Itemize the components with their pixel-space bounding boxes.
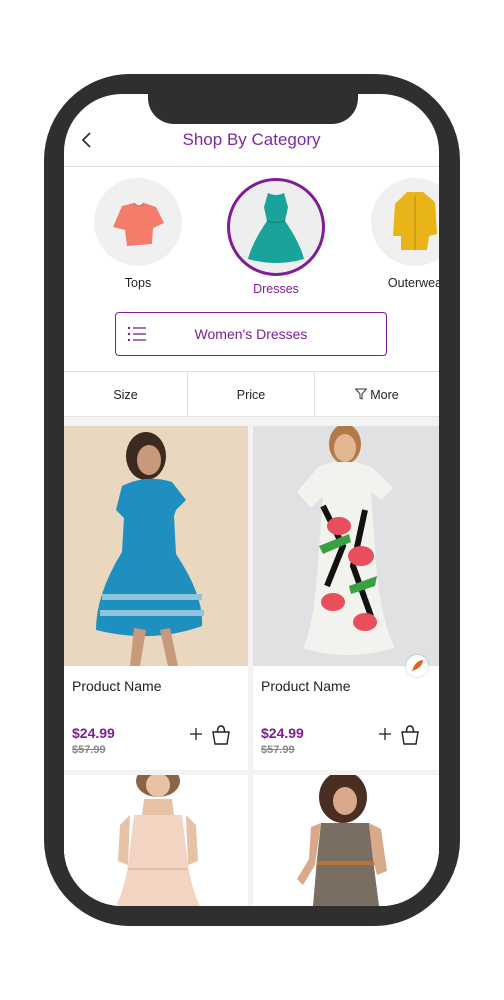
plus-icon[interactable] bbox=[378, 727, 392, 741]
price-filter[interactable]: Price bbox=[188, 372, 315, 416]
dress-image bbox=[227, 178, 325, 276]
product-image bbox=[64, 426, 248, 666]
product-original-price: $57.99 bbox=[261, 744, 295, 756]
category-label: Tops bbox=[124, 276, 152, 290]
product-name: Product Name bbox=[261, 678, 351, 694]
more-filter[interactable]: More bbox=[315, 372, 439, 416]
filter-label: More bbox=[370, 388, 399, 402]
filter-label: Price bbox=[236, 388, 266, 402]
plus-icon[interactable] bbox=[189, 727, 203, 741]
filter-label: Size bbox=[113, 388, 138, 402]
product-card[interactable]: Product Name $24.99 $57.99 bbox=[64, 426, 248, 770]
subcategory-label: Women's Dresses bbox=[194, 326, 308, 342]
category-tops[interactable]: Tops bbox=[83, 178, 193, 290]
filter-funnel-icon bbox=[354, 388, 368, 400]
phone-notch bbox=[148, 94, 358, 124]
size-filter[interactable]: Size bbox=[64, 372, 188, 416]
rocket-icon bbox=[406, 655, 428, 677]
shopping-bag-icon[interactable] bbox=[210, 724, 232, 746]
category-label: Outerwea bbox=[387, 276, 439, 290]
product-card[interactable]: Product Name $24.99 $57.99 bbox=[253, 426, 439, 770]
product-image bbox=[253, 426, 439, 666]
category-label: Dresses bbox=[253, 282, 299, 296]
top-shirt-image bbox=[94, 178, 182, 266]
app-screen: Shop By Category Tops Dresses Outerwea W… bbox=[64, 94, 439, 906]
jacket-image bbox=[371, 178, 439, 266]
product-card[interactable] bbox=[64, 775, 248, 906]
category-outerwear[interactable]: Outerwea bbox=[360, 178, 439, 290]
shopping-bag-icon[interactable] bbox=[399, 724, 421, 746]
product-image bbox=[253, 775, 439, 906]
product-original-price: $57.99 bbox=[72, 744, 106, 756]
product-price: $24.99 bbox=[72, 725, 115, 741]
category-dresses[interactable]: Dresses bbox=[221, 178, 331, 296]
product-price: $24.99 bbox=[261, 725, 304, 741]
product-name: Product Name bbox=[72, 678, 162, 694]
page-title: Shop By Category bbox=[182, 130, 321, 149]
subcategory-button[interactable]: Women's Dresses bbox=[115, 312, 387, 356]
product-image bbox=[64, 775, 248, 906]
filter-bar: Size Price More bbox=[64, 371, 439, 418]
product-card[interactable] bbox=[253, 775, 439, 906]
